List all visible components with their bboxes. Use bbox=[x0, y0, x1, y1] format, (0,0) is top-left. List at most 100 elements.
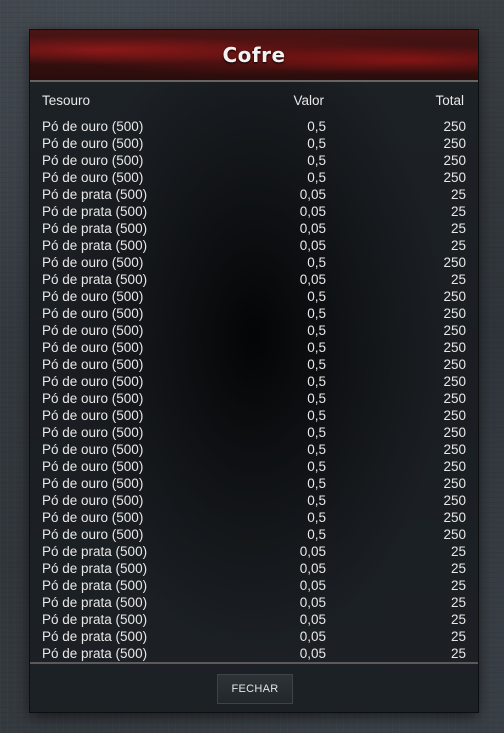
cell-total: 25 bbox=[450, 561, 466, 576]
cell-total: 250 bbox=[443, 153, 466, 168]
cell-tesouro: Pó de prata (500) bbox=[42, 204, 148, 219]
table-row: Pó de ouro (500) 0,5 250 bbox=[42, 458, 466, 475]
table-row: Pó de ouro (500) 0,5 250 bbox=[42, 441, 466, 458]
cell-tesouro: Pó de prata (500) bbox=[42, 595, 148, 610]
cell-tesouro: Pó de ouro (500) bbox=[42, 493, 144, 508]
cell-total: 250 bbox=[443, 527, 466, 542]
cell-tesouro: Pó de ouro (500) bbox=[42, 289, 144, 304]
cell-total: 25 bbox=[450, 187, 466, 202]
cell-valor: 0,5 bbox=[307, 136, 326, 151]
cell-tesouro: Pó de ouro (500) bbox=[42, 340, 144, 355]
cell-valor: 0,5 bbox=[307, 323, 326, 338]
cell-total: 250 bbox=[443, 119, 466, 134]
cell-valor: 0,5 bbox=[307, 510, 326, 525]
cell-valor: 0,5 bbox=[307, 459, 326, 474]
cell-total: 25 bbox=[450, 272, 466, 287]
cell-tesouro: Pó de ouro (500) bbox=[42, 323, 144, 338]
cell-tesouro: Pó de prata (500) bbox=[42, 221, 148, 236]
cell-total: 25 bbox=[450, 204, 466, 219]
table-row: Pó de prata (500) 0,05 25 bbox=[42, 543, 466, 560]
cell-total: 25 bbox=[450, 238, 466, 253]
cell-tesouro: Pó de prata (500) bbox=[42, 238, 148, 253]
cell-valor: 0,05 bbox=[299, 238, 326, 253]
cell-tesouro: Pó de prata (500) bbox=[42, 646, 148, 661]
table-row: Pó de ouro (500) 0,5 250 bbox=[42, 373, 466, 390]
cell-valor: 0,5 bbox=[307, 408, 326, 423]
table-row: Pó de prata (500) 0,05 25 bbox=[42, 577, 466, 594]
cell-total: 25 bbox=[450, 544, 466, 559]
cell-valor: 0,05 bbox=[299, 612, 326, 627]
column-header-valor: Valor bbox=[293, 93, 324, 108]
table-row: Pó de prata (500) 0,05 25 bbox=[42, 237, 466, 254]
cell-total: 250 bbox=[443, 493, 466, 508]
table-row: Pó de prata (500) 0,05 25 bbox=[42, 220, 466, 237]
cell-tesouro: Pó de ouro (500) bbox=[42, 459, 144, 474]
cell-valor: 0,5 bbox=[307, 442, 326, 457]
cell-valor: 0,05 bbox=[299, 595, 326, 610]
cell-valor: 0,5 bbox=[307, 119, 326, 134]
table-row: Pó de ouro (500) 0,5 250 bbox=[42, 288, 466, 305]
cell-total: 25 bbox=[450, 646, 466, 661]
treasure-chest-window: Cofre Tesouro Valor Total Pó de ouro (50… bbox=[30, 30, 478, 712]
cell-valor: 0,5 bbox=[307, 306, 326, 321]
table-row: Pó de prata (500) 0,05 25 bbox=[42, 271, 466, 288]
cell-tesouro: Pó de ouro (500) bbox=[42, 153, 144, 168]
cell-tesouro: Pó de ouro (500) bbox=[42, 391, 144, 406]
cell-tesouro: Pó de ouro (500) bbox=[42, 255, 144, 270]
cell-tesouro: Pó de ouro (500) bbox=[42, 442, 144, 457]
cell-tesouro: Pó de prata (500) bbox=[42, 272, 148, 287]
cell-total: 250 bbox=[443, 459, 466, 474]
cell-tesouro: Pó de prata (500) bbox=[42, 578, 148, 593]
treasure-table: Tesouro Valor Total Pó de ouro (500) 0,5 2… bbox=[42, 92, 466, 662]
cell-valor: 0,05 bbox=[299, 646, 326, 661]
cell-valor: 0,5 bbox=[307, 357, 326, 372]
cell-valor: 0,05 bbox=[299, 629, 326, 644]
cell-tesouro: Pó de ouro (500) bbox=[42, 510, 144, 525]
cell-valor: 0,5 bbox=[307, 425, 326, 440]
cell-total: 250 bbox=[443, 136, 466, 151]
cell-valor: 0,5 bbox=[307, 527, 326, 542]
cell-total: 25 bbox=[450, 612, 466, 627]
cell-valor: 0,5 bbox=[307, 153, 326, 168]
title-bar: Cofre bbox=[30, 30, 478, 82]
cell-total: 250 bbox=[443, 510, 466, 525]
column-header-tesouro: Tesouro bbox=[42, 93, 91, 108]
table-row: Pó de ouro (500) 0,5 250 bbox=[42, 322, 466, 339]
cell-tesouro: Pó de ouro (500) bbox=[42, 306, 144, 321]
cell-valor: 0,05 bbox=[299, 272, 326, 287]
cell-valor: 0,5 bbox=[307, 476, 326, 491]
cell-tesouro: Pó de ouro (500) bbox=[42, 425, 144, 440]
cell-total: 25 bbox=[450, 595, 466, 610]
cell-tesouro: Pó de ouro (500) bbox=[42, 476, 144, 491]
cell-total: 250 bbox=[443, 306, 466, 321]
cell-valor: 0,05 bbox=[299, 544, 326, 559]
cell-tesouro: Pó de ouro (500) bbox=[42, 408, 144, 423]
cell-tesouro: Pó de ouro (500) bbox=[42, 170, 144, 185]
table-row: Pó de ouro (500) 0,5 250 bbox=[42, 492, 466, 509]
table-row: Pó de ouro (500) 0,5 250 bbox=[42, 475, 466, 492]
table-row: Pó de ouro (500) 0,5 250 bbox=[42, 526, 466, 543]
table-row: Pó de ouro (500) 0,5 250 bbox=[42, 424, 466, 441]
cell-valor: 0,05 bbox=[299, 561, 326, 576]
cell-total: 250 bbox=[443, 374, 466, 389]
table-row: Pó de ouro (500) 0,5 250 bbox=[42, 118, 466, 135]
cell-total: 250 bbox=[443, 476, 466, 491]
cell-valor: 0,5 bbox=[307, 289, 326, 304]
table-row: Pó de prata (500) 0,05 25 bbox=[42, 611, 466, 628]
table-row: Pó de ouro (500) 0,5 250 bbox=[42, 169, 466, 186]
cell-valor: 0,5 bbox=[307, 374, 326, 389]
cell-total: 250 bbox=[443, 255, 466, 270]
cell-valor: 0,5 bbox=[307, 340, 326, 355]
table-row: Pó de ouro (500) 0,5 250 bbox=[42, 152, 466, 169]
cell-tesouro: Pó de ouro (500) bbox=[42, 357, 144, 372]
cell-total: 250 bbox=[443, 323, 466, 338]
cell-total: 250 bbox=[443, 425, 466, 440]
table-row: Pó de ouro (500) 0,5 250 bbox=[42, 390, 466, 407]
table-row: Pó de ouro (500) 0,5 250 bbox=[42, 135, 466, 152]
cell-total: 25 bbox=[450, 629, 466, 644]
table-row: Pó de ouro (500) 0,5 250 bbox=[42, 509, 466, 526]
cell-tesouro: Pó de prata (500) bbox=[42, 544, 148, 559]
table-row: Pó de ouro (500) 0,5 250 bbox=[42, 254, 466, 271]
cell-valor: 0,05 bbox=[299, 204, 326, 219]
close-button[interactable]: FECHAR bbox=[217, 674, 293, 704]
